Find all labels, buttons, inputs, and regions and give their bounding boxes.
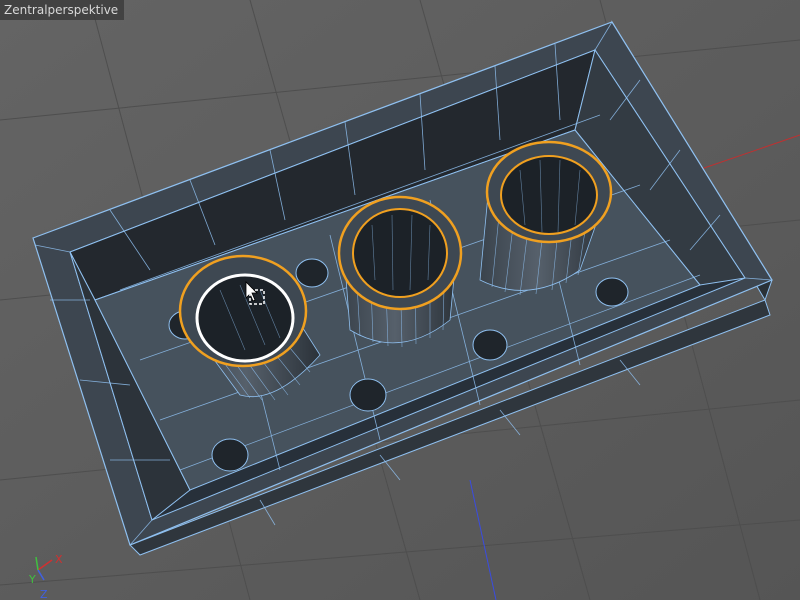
- floor-hole-5: [211, 438, 249, 472]
- scene-canvas[interactable]: X Y Z: [0, 0, 800, 600]
- floor-hole-4: [472, 329, 508, 361]
- axis-x-label: X: [55, 553, 63, 566]
- tube-1-inner-ring: [195, 273, 295, 363]
- floor-hole-1: [295, 258, 329, 288]
- viewport-3d[interactable]: Zentralperspektive X Y Z: [0, 0, 800, 600]
- floor-hole-6: [595, 277, 629, 307]
- axis-y-label: Y: [28, 573, 36, 586]
- axis-z-label: Z: [40, 588, 48, 600]
- tube-2: [337, 195, 463, 348]
- camera-label[interactable]: Zentralperspektive: [0, 0, 125, 20]
- floor-hole-3: [349, 378, 387, 412]
